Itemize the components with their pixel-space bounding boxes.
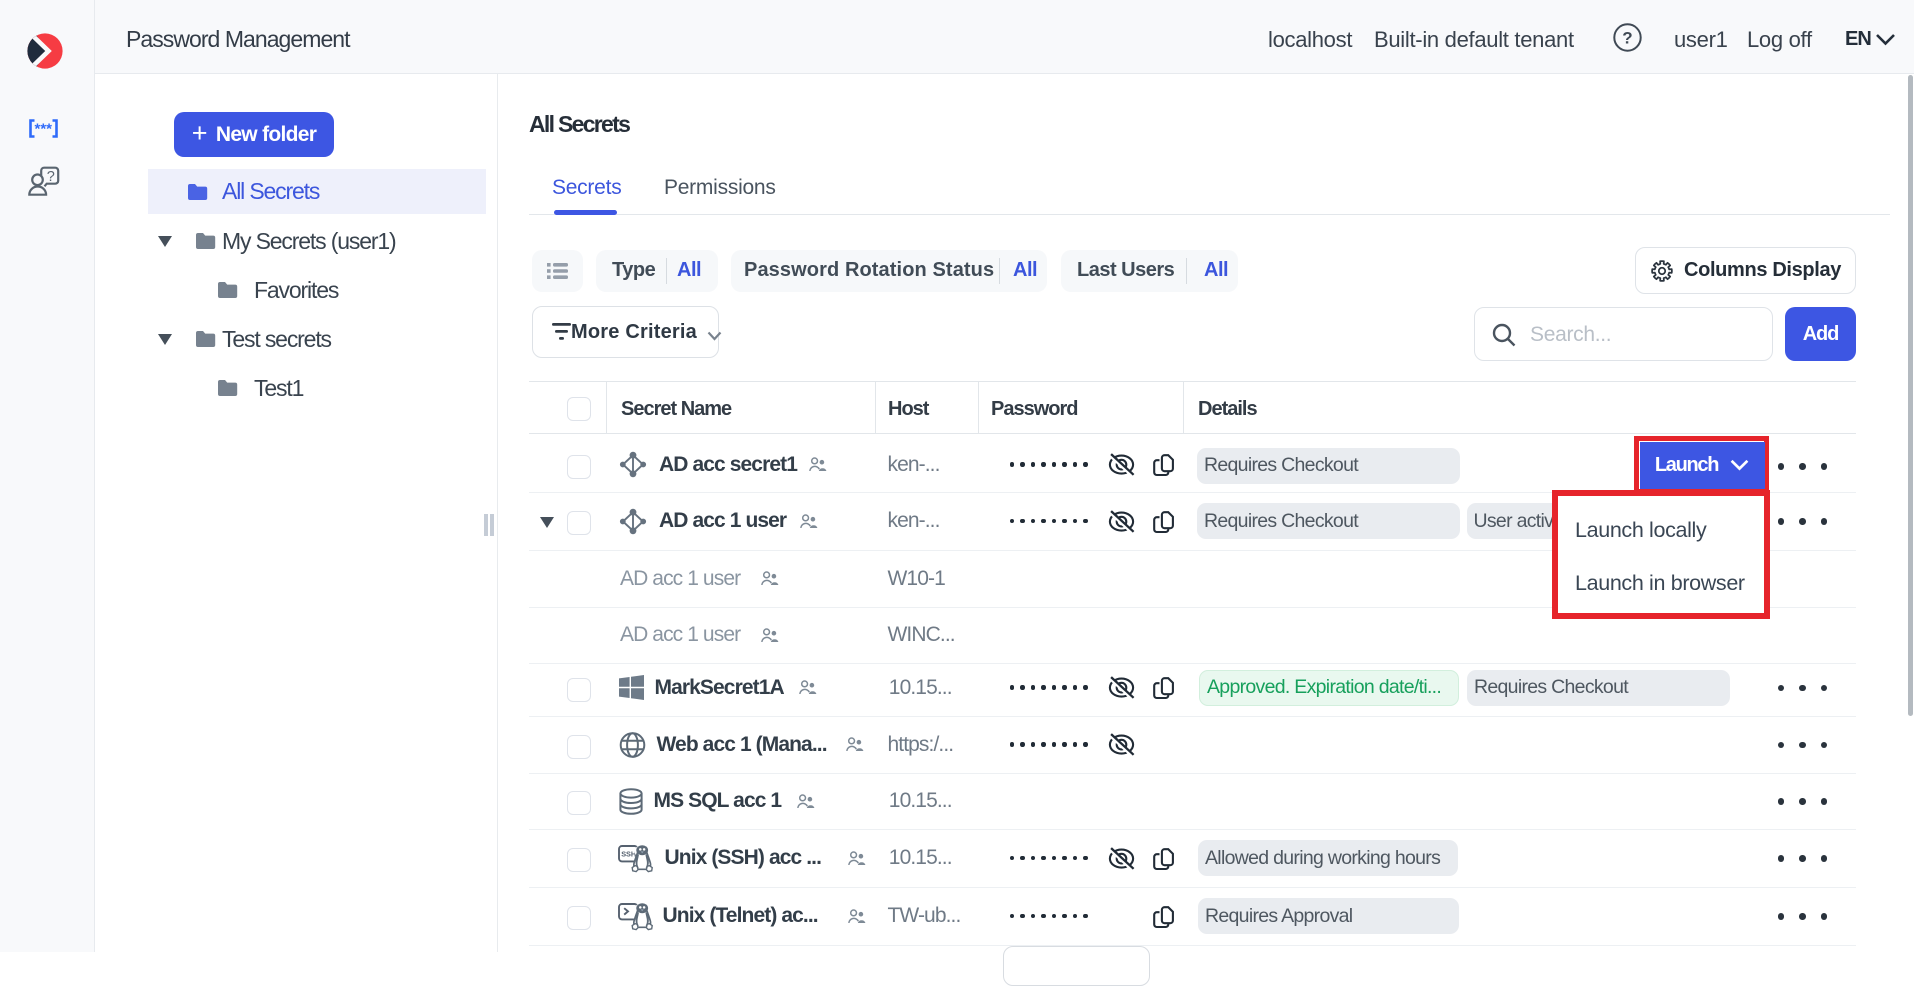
svg-text:?: ? <box>47 169 55 185</box>
svg-text:?: ? <box>1622 29 1632 48</box>
svg-text:***: *** <box>35 121 53 138</box>
svg-text:SSH: SSH <box>621 849 636 858</box>
